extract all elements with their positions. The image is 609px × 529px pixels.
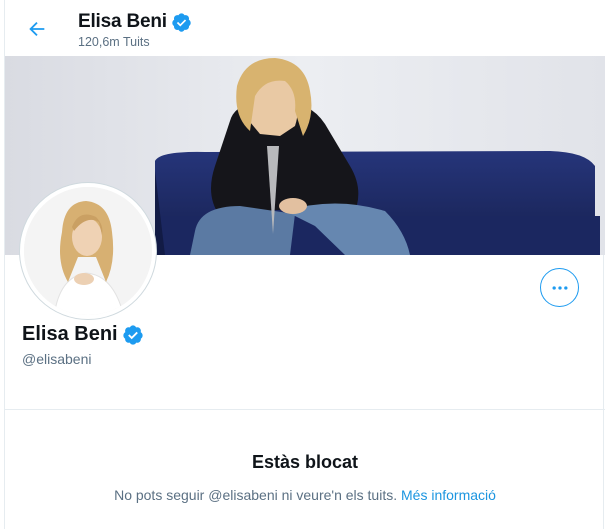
section-divider bbox=[5, 409, 605, 410]
blocked-title: Estàs blocat bbox=[251, 452, 359, 472]
back-arrow-icon bbox=[29, 21, 45, 37]
profile-avatar[interactable] bbox=[19, 182, 159, 320]
profile-name-row: Elisa Beni bbox=[22, 323, 144, 346]
top-header: Elisa Beni 120,6m Tuits bbox=[5, 0, 605, 56]
profile-page: Elisa Beni 120,6m Tuits Elisa Beni @elis… bbox=[4, 0, 605, 529]
more-options-button[interactable] bbox=[540, 268, 579, 307]
back-button[interactable] bbox=[21, 13, 53, 45]
more-options-icon bbox=[552, 285, 567, 290]
more-info-link[interactable]: Més informació bbox=[401, 487, 496, 503]
profile-name: Elisa Beni bbox=[22, 323, 118, 345]
header-name: Elisa Beni bbox=[78, 11, 167, 32]
blocked-message-text: No pots seguir @elisabeni ni veure'n els… bbox=[114, 487, 398, 503]
verified-badge-icon bbox=[122, 324, 144, 346]
blocked-message: No pots seguir @elisabeni ni veure'n els… bbox=[5, 487, 605, 503]
header-title-row: Elisa Beni bbox=[78, 9, 192, 35]
profile-handle: @elisabeni bbox=[22, 351, 92, 367]
verified-badge-icon bbox=[171, 12, 192, 33]
avatar-photo bbox=[24, 187, 152, 315]
tweet-count: 120,6m Tuits bbox=[78, 35, 150, 49]
